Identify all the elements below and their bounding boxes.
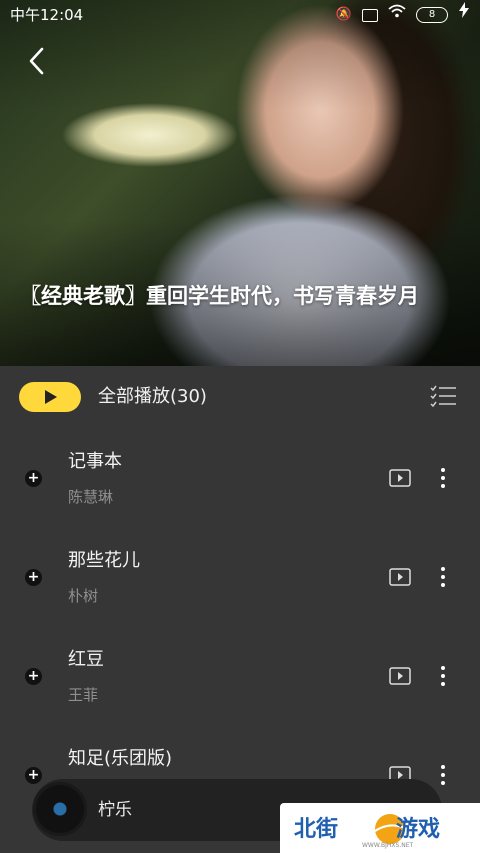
play-all-label[interactable]: 全部播放(30) — [98, 386, 207, 408]
watermark: 北街 游戏 WWW.BJHXS.NET — [280, 803, 480, 853]
svg-text:北街: 北街 — [294, 816, 338, 842]
more-options-button[interactable] — [432, 565, 454, 589]
video-icon[interactable] — [389, 568, 411, 586]
more-options-button[interactable] — [432, 466, 454, 490]
status-time: 中午12:04 — [10, 6, 84, 24]
more-icon — [441, 567, 445, 587]
mini-player-label: 柠乐 — [98, 800, 132, 820]
song-name: 记事本 — [68, 451, 122, 472]
status-bar: 中午12:04 🔕 8 — [0, 0, 480, 30]
cover-gradient — [0, 0, 480, 366]
more-options-button[interactable] — [432, 664, 454, 688]
battery-icon: 8 — [416, 7, 448, 23]
charging-icon — [458, 0, 470, 30]
add-icon[interactable]: + — [25, 668, 42, 685]
back-button[interactable] — [22, 46, 52, 76]
more-icon — [441, 765, 445, 785]
wifi-icon — [388, 0, 406, 30]
chevron-left-icon — [29, 47, 44, 75]
watermark-logo: 北街 游戏 WWW.BJHXS.NET — [294, 814, 440, 849]
more-icon — [441, 468, 445, 488]
song-name: 知足(乐团版) — [68, 748, 173, 769]
play-all-button[interactable] — [19, 382, 81, 412]
song-artist: 陈慧琳 — [68, 488, 114, 506]
mute-icon: 🔕 — [335, 7, 352, 22]
sim-icon — [362, 8, 378, 22]
svg-text:WWW.BJHXS.NET: WWW.BJHXS.NET — [362, 842, 414, 849]
svg-text:游戏: 游戏 — [396, 816, 440, 842]
song-artist: 王菲 — [68, 686, 99, 704]
play-icon — [45, 390, 57, 404]
more-options-button[interactable] — [432, 763, 454, 787]
song-row[interactable]: + 记事本 陈慧琳 — [0, 430, 480, 529]
add-icon[interactable]: + — [25, 569, 42, 586]
song-name: 那些花儿 — [68, 550, 140, 571]
status-icons: 🔕 8 — [336, 0, 470, 30]
checklist-icon — [430, 385, 456, 408]
playlist-title: 〖经典老歌〗重回学生时代，书写青春岁月 — [20, 284, 419, 308]
video-icon[interactable] — [389, 667, 411, 685]
vinyl-disc-icon — [33, 782, 87, 836]
video-icon[interactable] — [389, 469, 411, 487]
song-name: 红豆 — [68, 649, 104, 670]
more-icon — [441, 666, 445, 686]
add-icon[interactable]: + — [25, 767, 42, 784]
song-row[interactable]: + 那些花儿 朴树 — [0, 529, 480, 628]
play-all-bar: 全部播放(30) — [0, 366, 480, 430]
add-icon[interactable]: + — [25, 470, 42, 487]
batch-select-button[interactable] — [430, 385, 456, 409]
song-artist: 朴树 — [68, 587, 99, 605]
song-row[interactable]: + 红豆 王菲 — [0, 628, 480, 727]
song-list: + 记事本 陈慧琳 + 那些花儿 朴树 + 红豆 王菲 + 知足(乐团版) — [0, 430, 480, 826]
